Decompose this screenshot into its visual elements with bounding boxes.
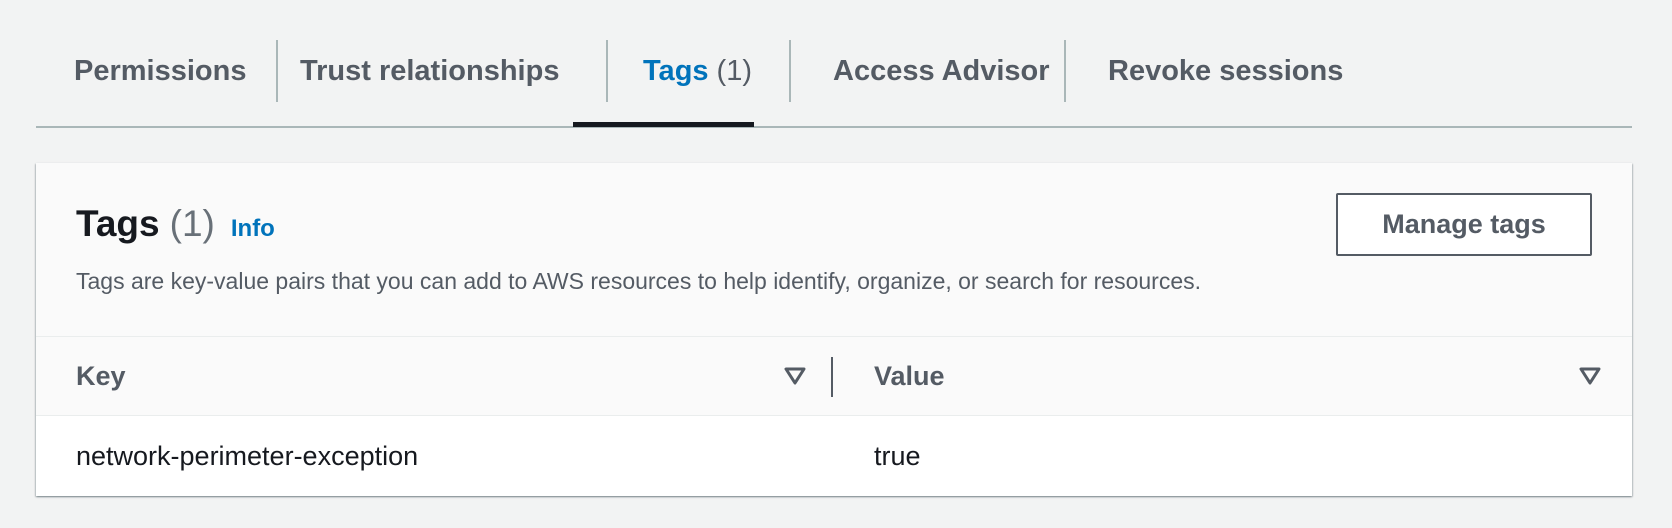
column-header-value[interactable]: Value [874, 337, 945, 415]
table-header: Key Value [36, 337, 1632, 416]
tags-panel: Tags (1) Info Tags are key-value pairs t… [36, 163, 1632, 496]
column-resizer[interactable] [831, 357, 833, 397]
tab-permissions[interactable]: Permissions [74, 40, 246, 102]
tab-divider [276, 40, 278, 102]
tab-divider [1064, 40, 1066, 102]
panel-description: Tags are key-value pairs that you can ad… [76, 268, 1202, 294]
tab-divider [606, 40, 608, 102]
tab-access-advisor[interactable]: Access Advisor [833, 40, 1050, 102]
panel-header: Tags (1) Info Tags are key-value pairs t… [36, 163, 1632, 337]
active-tab-indicator [573, 122, 754, 127]
sort-triangle-icon[interactable] [1579, 365, 1601, 387]
tab-divider [789, 40, 791, 102]
tag-value-cell: true [874, 440, 921, 471]
panel-title: Tags (1) Info [76, 203, 275, 245]
tab-label: Revoke sessions [1108, 54, 1344, 87]
table-row: network-perimeter-exception true [36, 416, 1632, 496]
tab-revoke-sessions[interactable]: Revoke sessions [1108, 40, 1343, 102]
info-link[interactable]: Info [231, 215, 275, 243]
tab-trust-relationships[interactable]: Trust relationships [300, 40, 559, 102]
manage-tags-button[interactable]: Manage tags [1336, 193, 1592, 256]
panel-title-count: (1) [169, 203, 215, 244]
tab-bar: Permissions Trust relationships Tags (1)… [36, 0, 1632, 128]
tab-label: Access Advisor [833, 54, 1050, 87]
tab-count: (1) [716, 54, 752, 87]
tag-key-cell: network-perimeter-exception [76, 440, 419, 471]
tab-label: Trust relationships [300, 54, 560, 87]
tab-label: Permissions [74, 54, 247, 87]
panel-title-text: Tags [76, 203, 160, 244]
tab-tags[interactable]: Tags (1) [619, 40, 776, 102]
tab-label: Tags [643, 54, 709, 87]
sort-triangle-icon[interactable] [784, 365, 806, 387]
column-header-key[interactable]: Key [76, 337, 126, 415]
